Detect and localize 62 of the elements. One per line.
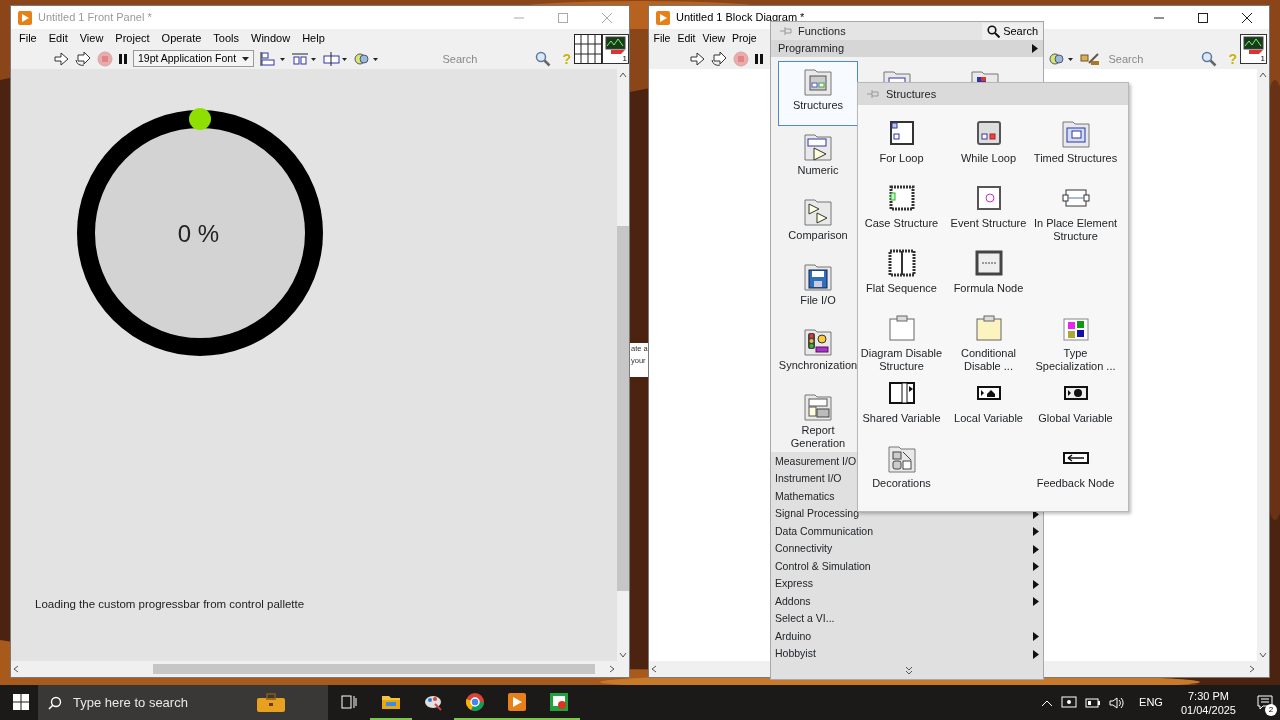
- menu-item[interactable]: File: [650, 31, 674, 46]
- palette-item-label[interactable]: Event Structure: [946, 217, 1031, 230]
- palette-item-label[interactable]: Case Structure: [859, 217, 944, 230]
- menu-item[interactable]: Tools: [207, 31, 246, 46]
- notification-count: 2: [1265, 704, 1277, 717]
- menu-item[interactable]: View: [699, 31, 729, 46]
- window-title: Untitled 1 Front Panel *: [38, 10, 152, 26]
- palette-item-label[interactable]: Shared Variable: [859, 412, 944, 425]
- progress-reading: 0 %: [177, 219, 220, 250]
- font-dropdown[interactable]: 19pt Application Font: [133, 50, 255, 67]
- palette-item-label[interactable]: Decorations: [859, 477, 944, 490]
- menu-item[interactable]: Help: [296, 31, 331, 46]
- palette-item-label[interactable]: Local Variable: [946, 412, 1031, 425]
- clock[interactable]: 7:30 PM 01/04/2025: [1180, 688, 1236, 717]
- search-button[interactable]: Search: [982, 22, 1043, 40]
- palette-title: Functions: [798, 23, 846, 39]
- palette-item[interactable]: Signal Processing: [771, 505, 1043, 523]
- panel-title: Structures: [886, 86, 937, 102]
- category-header[interactable]: Programming: [771, 40, 1043, 57]
- palette-item[interactable]: Addons: [771, 593, 1043, 611]
- palette-item-label[interactable]: Timed Structures: [1033, 152, 1118, 165]
- vi-icon[interactable]: 1: [602, 34, 629, 64]
- palette-item-label[interactable]: Formula Node: [946, 282, 1031, 295]
- search-field[interactable]: Type here to search: [71, 691, 221, 714]
- palette-item-label[interactable]: While Loop: [946, 152, 1031, 165]
- menu-item[interactable]: Edit: [42, 31, 74, 46]
- palette-tile[interactable]: File I/O: [778, 256, 858, 321]
- palette-item-label[interactable]: Diagram Disable Structure: [859, 347, 944, 372]
- free-label: Loading the custom progressbar from control pallette: [35, 597, 305, 612]
- language-indicator[interactable]: ENG: [1139, 694, 1163, 711]
- menu-item[interactable]: Operate: [155, 31, 208, 46]
- palette-item[interactable]: Data Communication: [771, 523, 1043, 541]
- palette-item[interactable]: Hobbyist: [771, 645, 1043, 663]
- menu-item[interactable]: Project: [109, 31, 156, 46]
- palette-tile[interactable]: Comparison: [778, 191, 858, 256]
- menu-item[interactable]: View: [73, 31, 110, 46]
- palette-item-label[interactable]: In Place Element Structure: [1033, 217, 1118, 242]
- icon-number: 1: [622, 54, 627, 63]
- window-title: Untitled 1 Block Diagram *: [676, 10, 805, 26]
- palette-tile[interactable]: Synchronization: [778, 321, 858, 386]
- palette-tile[interactable]: Structures: [778, 61, 858, 126]
- notifications-button[interactable]: 2: [1250, 685, 1280, 720]
- menu-item[interactable]: File: [13, 31, 43, 46]
- palette-item-label[interactable]: For Loop: [859, 152, 944, 165]
- menu-item[interactable]: Edit: [673, 31, 699, 46]
- search-box[interactable]: Type here to search: [38, 685, 328, 720]
- palette-item[interactable]: Connectivity: [771, 540, 1043, 558]
- palette-item-label[interactable]: Flat Sequence: [859, 282, 944, 295]
- menu-item[interactable]: Proje: [728, 31, 761, 46]
- palette-item-label[interactable]: Feedback Node: [1033, 477, 1118, 490]
- palette-item[interactable]: Control & Simulation: [771, 558, 1043, 576]
- palette-tile[interactable]: Numeric: [778, 126, 858, 191]
- palette-item[interactable]: Select a VI...: [771, 610, 1043, 628]
- palette-item-label[interactable]: Type Specialization ...: [1033, 347, 1118, 372]
- palette-item[interactable]: Express: [771, 575, 1043, 593]
- palette-tile[interactable]: Report Generation: [778, 386, 858, 451]
- icon-number: 1: [1260, 54, 1265, 63]
- palette-item[interactable]: Arduino: [771, 628, 1043, 646]
- menu-item[interactable]: Window: [245, 31, 297, 46]
- palette-item-label[interactable]: Global Variable: [1033, 412, 1118, 425]
- palette-item-label[interactable]: Conditional Disable ...: [946, 347, 1031, 372]
- vi-icon[interactable]: 1: [1240, 34, 1267, 64]
